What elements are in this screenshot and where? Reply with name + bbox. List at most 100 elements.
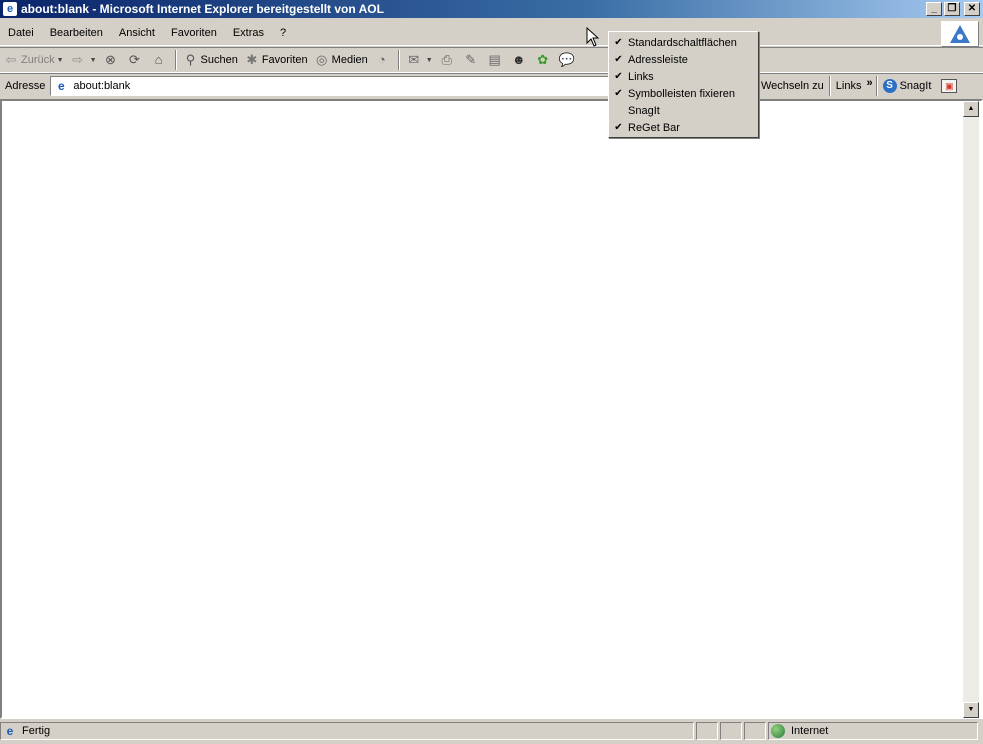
status-text: Fertig (22, 725, 51, 737)
status-progress-cell (696, 722, 718, 740)
search-button[interactable]: ⚲ Suchen (180, 49, 241, 71)
context-item-links[interactable]: ✔ Links (609, 68, 758, 85)
address-right-tools: Wechseln zu Links » S SnagIt ▣ (756, 74, 962, 98)
address-label: Adresse (5, 79, 46, 92)
title-bar[interactable]: e about:blank - Microsoft Internet Explo… (0, 0, 983, 18)
discuss-icon: ▤ (488, 52, 501, 67)
favorites-button[interactable]: ✱ Favoriten (241, 49, 311, 71)
mail-icon: ✉ (408, 52, 420, 67)
search-label: Suchen (200, 54, 238, 66)
scroll-down-button[interactable]: ▼ (963, 702, 979, 718)
home-icon: ⌂ (154, 52, 163, 67)
snagit-icon: S (882, 79, 897, 93)
window-title: about:blank - Microsoft Internet Explore… (21, 2, 384, 16)
menu-bearbeiten[interactable]: Bearbeiten (42, 23, 111, 43)
back-label: Zurück (21, 54, 55, 66)
forward-dropdown-icon[interactable]: ▼ (90, 57, 97, 64)
aol-logo-icon (941, 21, 979, 47)
browser-content[interactable] (0, 99, 983, 719)
history-icon: ◔ (377, 52, 386, 67)
arrow-right-icon: ⇨ (72, 52, 84, 67)
check-icon: ✔ (614, 71, 623, 82)
check-icon: ✔ (614, 37, 623, 48)
page-icon: e (58, 78, 65, 93)
edit-icon: ✎ (465, 52, 477, 67)
toolbar-separator (397, 50, 400, 70)
home-button[interactable]: ⌂ (148, 49, 172, 71)
messenger-button[interactable]: ☻ (508, 49, 532, 71)
context-item-label: ReGet Bar (628, 121, 680, 134)
context-item-standardschaltflaechen[interactable]: ✔ Standardschaltflächen (609, 34, 758, 51)
address-bar: Adresse e about:blank Wechseln zu Links … (0, 73, 983, 97)
media-label: Medien (331, 54, 368, 66)
aol-triangle-icon (950, 25, 970, 43)
arrow-left-icon: ⇦ (5, 52, 17, 67)
chat-button[interactable]: 💬 (556, 49, 580, 71)
check-icon: ✔ (614, 88, 623, 99)
context-item-symbolleisten-fixieren[interactable]: ✔ Symbolleisten fixieren (609, 85, 758, 102)
context-item-label: Symbolleisten fixieren (628, 87, 735, 100)
mouse-cursor-icon (586, 27, 599, 47)
menu-datei[interactable]: Datei (0, 23, 42, 43)
address-value[interactable]: about:blank (73, 80, 130, 92)
print-button[interactable]: ⎙ (436, 49, 460, 71)
menu-ansicht[interactable]: Ansicht (111, 23, 163, 43)
scroll-up-button[interactable]: ▲ (963, 101, 979, 117)
links-button[interactable]: Links (831, 80, 867, 92)
snagit-capture-button[interactable]: ▣ (936, 79, 962, 93)
icq-icon: ✿ (537, 52, 549, 67)
restore-button[interactable]: ❐ (944, 2, 960, 16)
favorites-icon: ✱ (246, 52, 258, 67)
menu-favoriten[interactable]: Favoriten (163, 23, 225, 43)
discuss-button[interactable]: ▤ (484, 49, 508, 71)
menu-bar: Datei Bearbeiten Ansicht Favoriten Extra… (0, 20, 983, 47)
context-item-label: Standardschaltflächen (628, 36, 737, 49)
media-button[interactable]: ◎ Medien (311, 49, 371, 71)
icq-button[interactable]: ✿ (532, 49, 556, 71)
edit-button[interactable]: ✎ (460, 49, 484, 71)
media-icon: ◎ (316, 52, 328, 67)
ie-icon: e (3, 2, 17, 16)
menu-help[interactable]: ? (272, 23, 294, 43)
print-icon: ⎙ (441, 52, 452, 67)
toolbar-separator (174, 50, 177, 70)
stop-icon: ⊗ (105, 52, 116, 67)
context-item-label: Adressleiste (628, 53, 688, 66)
context-item-label: Links (628, 70, 654, 83)
snagit-button[interactable]: S SnagIt (878, 79, 937, 93)
status-text-cell: e Fertig (0, 722, 694, 740)
back-dropdown-icon[interactable]: ▼ (57, 57, 64, 64)
snagit-label: SnagIt (899, 80, 932, 92)
capture-icon: ▣ (941, 79, 958, 93)
check-icon: ✔ (614, 122, 623, 133)
chat-icon: 💬 (558, 52, 575, 67)
messenger-icon: ☻ (511, 52, 526, 67)
context-item-adressleiste[interactable]: ✔ Adressleiste (609, 51, 758, 68)
search-icon: ⚲ (185, 52, 196, 67)
back-button[interactable]: ⇦ Zurück ▼ (0, 49, 67, 71)
toolbar-context-menu: ✔ Standardschaltflächen ✔ Adressleiste ✔… (608, 31, 759, 138)
forward-button[interactable]: ⇨ ▼ (67, 49, 100, 71)
stop-button[interactable]: ⊗ (100, 49, 124, 71)
zone-text: Internet (791, 725, 829, 737)
standard-toolbar: ⇦ Zurück ▼ ⇨ ▼ ⊗ ⟳ ⌂ ⚲ Suchen ✱ Favorite… (0, 47, 983, 73)
close-button[interactable]: ✕ (964, 2, 980, 16)
security-zone-cell[interactable]: Internet (768, 722, 978, 740)
refresh-button[interactable]: ⟳ (124, 49, 148, 71)
address-input[interactable]: e about:blank (50, 75, 611, 96)
history-button[interactable]: ◔ (371, 49, 395, 71)
status-bar: e Fertig Internet (0, 721, 983, 741)
menu-extras[interactable]: Extras (225, 23, 272, 43)
page-done-icon: e (6, 724, 14, 738)
status-lock-cell (720, 722, 742, 740)
favorites-label: Favoriten (261, 54, 308, 66)
mail-button[interactable]: ✉ ▼ (403, 49, 436, 71)
mail-dropdown-icon[interactable]: ▼ (426, 57, 433, 64)
context-item-reget-bar[interactable]: ✔ ReGet Bar (609, 119, 758, 136)
chevron-icon[interactable]: » (866, 77, 875, 95)
go-button[interactable]: Wechseln zu (756, 80, 829, 92)
check-icon: ✔ (614, 54, 623, 65)
vertical-scrollbar[interactable]: ▲ ▼ (963, 101, 979, 718)
context-item-snagit[interactable]: SnagIt (609, 102, 758, 119)
minimize-button[interactable]: _ (926, 2, 942, 16)
